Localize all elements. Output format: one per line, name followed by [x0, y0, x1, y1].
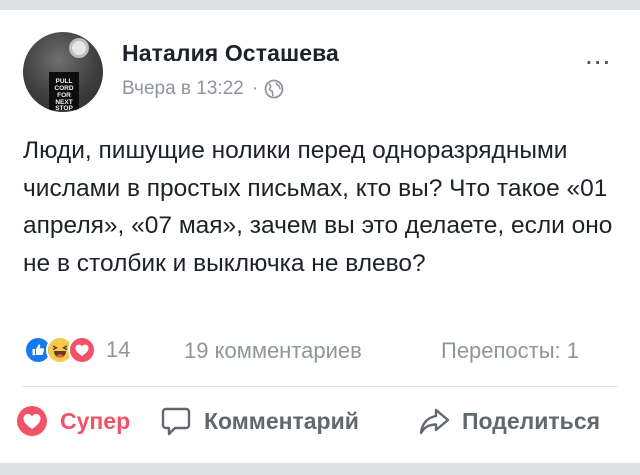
- divider: [23, 386, 617, 387]
- share-button[interactable]: Поделиться: [418, 405, 600, 437]
- post-card: PULL CORD FOR NEXT STOP Наталия Осташева…: [0, 10, 640, 463]
- love-label: Супер: [60, 407, 131, 434]
- post-meta: Вчера в 13:22 ·: [122, 78, 284, 100]
- meta-separator: ·: [251, 78, 259, 99]
- reactions-count: 14: [106, 337, 131, 362]
- love-icon: [68, 336, 96, 364]
- avatar-ring: [69, 38, 89, 58]
- author-name[interactable]: Наталия Осташева: [122, 40, 339, 67]
- comment-label: Комментарий: [204, 407, 359, 434]
- comments-count-link[interactable]: 19 комментариев: [184, 338, 362, 364]
- shares-count-link[interactable]: Перепосты: 1: [441, 338, 579, 364]
- globe-icon[interactable]: [264, 79, 284, 99]
- comment-icon: [160, 405, 192, 437]
- share-icon: [418, 405, 450, 437]
- post-menu-button[interactable]: ...: [585, 41, 611, 69]
- svg-text:PULL: PULL: [56, 78, 73, 85]
- love-reaction-button[interactable]: Супер: [16, 405, 130, 437]
- comment-button[interactable]: Комментарий: [160, 405, 359, 437]
- post-time[interactable]: Вчера в 13:22: [122, 78, 244, 100]
- avatar-sign: PULL CORD FOR NEXT STOP: [49, 72, 79, 112]
- svg-text:CORD: CORD: [54, 85, 73, 92]
- love-icon: [16, 405, 48, 437]
- reactions-summary[interactable]: 14: [24, 335, 130, 365]
- action-bar: Супер Комментарий Поделиться: [0, 405, 640, 445]
- post-text: Люди, пишущие нолики перед одноразрядным…: [23, 137, 613, 277]
- avatar[interactable]: PULL CORD FOR NEXT STOP: [23, 32, 103, 112]
- svg-text:STOP: STOP: [55, 105, 73, 111]
- svg-text:FOR: FOR: [57, 92, 71, 99]
- share-label: Поделиться: [462, 407, 601, 434]
